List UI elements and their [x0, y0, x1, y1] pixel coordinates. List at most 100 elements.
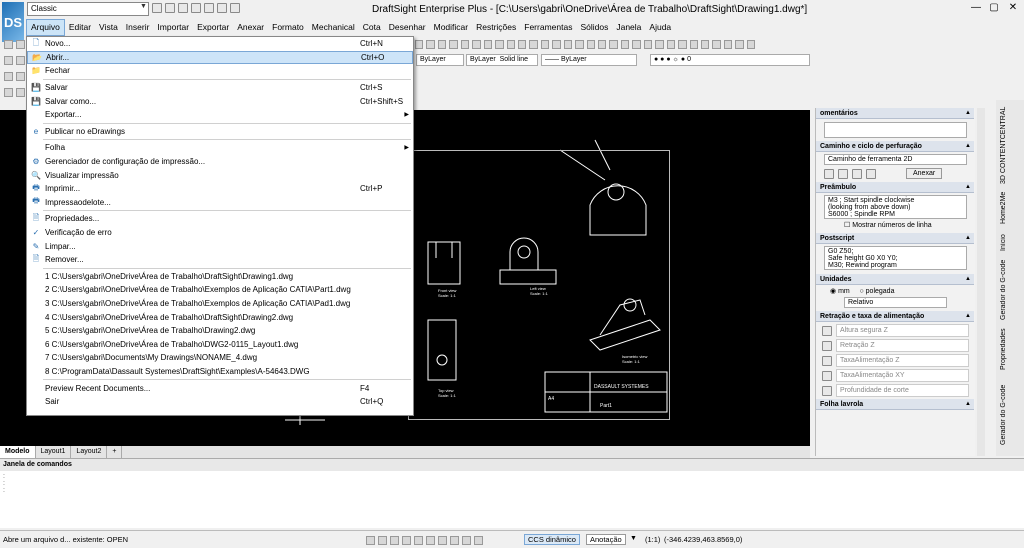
workspace-select[interactable]: Classic [27, 2, 149, 16]
tool-icon[interactable] [598, 40, 607, 49]
tool-icon[interactable] [506, 40, 515, 49]
snap-icon[interactable] [366, 536, 375, 545]
command-history[interactable]: ::: [0, 471, 1024, 527]
tool-icon[interactable] [655, 40, 664, 49]
add-layout-tab[interactable]: + [107, 446, 123, 458]
tab-layout1[interactable]: Layout1 [36, 446, 72, 458]
file-menu-item[interactable]: 📂 Abrir... Ctrl+O [27, 50, 413, 65]
file-menu-item[interactable]: e Publicar no eDrawings [27, 125, 413, 139]
linetype-select[interactable]: ByLayer Solid line [466, 54, 538, 66]
close-button[interactable]: ✕ [1005, 2, 1021, 16]
file-menu-item[interactable]: 🔍 Visualizar impressão [27, 168, 413, 182]
file-menu-item[interactable]: 💾 Salvar Ctrl+S [27, 81, 413, 95]
path-select[interactable]: Caminho de ferramenta 2D [824, 154, 967, 165]
chevron-down-icon[interactable]: ▼ [630, 535, 637, 542]
app-logo[interactable]: DS [2, 2, 24, 42]
file-menu-item[interactable]: 2 C:\Users\gabri\OneDrive\Área de Trabal… [27, 283, 413, 297]
tab-modelo[interactable]: Modelo [0, 446, 36, 458]
tool-icon[interactable] [529, 40, 538, 49]
tool-icon[interactable] [16, 56, 25, 65]
file-menu-item[interactable]: 4 C:\Users\gabri\OneDrive\Área de Trabal… [27, 310, 413, 324]
feed-field[interactable]: Profundidade de corte [836, 384, 969, 397]
file-menu-item[interactable]: Folha ▶ [27, 141, 413, 155]
feed-field[interactable]: Altura segura Z [836, 324, 969, 337]
side-tab[interactable]: Propriedades [1000, 328, 1020, 370]
layer-icon[interactable] [4, 56, 13, 65]
tool-icon[interactable] [517, 40, 527, 49]
relative-select[interactable]: Relativo [844, 297, 947, 308]
grid-icon[interactable] [378, 536, 387, 545]
info-icon[interactable] [866, 168, 876, 179]
tab-layout2[interactable]: Layout2 [71, 446, 108, 458]
menu-desenhar[interactable]: Desenhar [385, 20, 430, 35]
save-icon[interactable] [178, 3, 188, 13]
tool-icon[interactable] [723, 40, 733, 49]
tool-icon[interactable] [678, 40, 687, 49]
save-icon[interactable] [852, 168, 862, 179]
file-menu-item[interactable]: 6 C:\Users\gabri\OneDrive\Área de Trabal… [27, 337, 413, 351]
file-menu-item[interactable]: 1 C:\Users\gabri\OneDrive\Área de Trabal… [27, 270, 413, 284]
layer-select[interactable]: ● ● ● ☼ ● 0 [650, 54, 810, 66]
undo-icon[interactable] [217, 3, 227, 13]
tool-icon[interactable] [643, 40, 653, 49]
feed-field[interactable]: TaxaAlimentação Z [836, 354, 969, 367]
tool-icon[interactable] [735, 40, 744, 49]
show-lines-checkbox[interactable]: ☐ Mostrar números de linha [844, 221, 947, 229]
side-tab[interactable]: Gerador do G-code [1000, 260, 1020, 320]
tool-icon[interactable] [472, 40, 481, 49]
file-menu-item[interactable]: 7 C:\Users\gabri\Documents\My Drawings\N… [27, 351, 413, 365]
etrack-icon[interactable] [426, 536, 435, 545]
annotation-select[interactable]: Anotação [586, 534, 626, 545]
feed-header[interactable]: Retração e taxa de alimentação [816, 311, 974, 322]
tool-icon[interactable] [700, 40, 710, 49]
menu-anexar[interactable]: Anexar [233, 20, 268, 35]
menu-editar[interactable]: Editar [65, 20, 95, 35]
file-menu-item[interactable]: 8 C:\ProgramData\Dassault Systemes\Draft… [27, 365, 413, 379]
menu-exportar[interactable]: Exportar [193, 20, 233, 35]
preamble-field[interactable]: M3 ; Start spindle clockwise (looking fr… [824, 195, 967, 219]
tool-icon[interactable] [16, 88, 25, 97]
tool-icon[interactable] [746, 40, 756, 49]
minimize-button[interactable]: — [968, 2, 984, 16]
quick-input-icon[interactable] [462, 536, 471, 545]
tool-icon[interactable] [415, 40, 424, 49]
menu-mechanical[interactable]: Mechanical [308, 20, 359, 35]
menu-inserir[interactable]: Inserir [122, 20, 154, 35]
file-menu-item[interactable]: 3 C:\Users\gabri\OneDrive\Área de Trabal… [27, 297, 413, 311]
file-menu-item[interactable]: 🖶 Impressaodelote... [27, 196, 413, 210]
tool-icon[interactable] [483, 40, 493, 49]
model-icon[interactable] [450, 536, 459, 545]
menu-ferramentas[interactable]: Ferramentas [520, 20, 576, 35]
ucs-icon[interactable] [474, 536, 483, 545]
tool-icon[interactable] [666, 40, 676, 49]
panel-scrollbar[interactable] [977, 108, 985, 456]
feed-field[interactable]: Retração Z [836, 339, 969, 352]
tool-icon[interactable] [4, 72, 13, 81]
file-menu-item[interactable]: ✎ Limpar... [27, 239, 413, 253]
side-tab[interactable]: Gerador do G-code [1000, 375, 1020, 455]
tool-icon[interactable] [460, 40, 470, 49]
inch-radio[interactable]: ○ polegada [859, 288, 894, 295]
lineweight-icon[interactable] [438, 536, 447, 545]
new-icon[interactable] [152, 3, 162, 13]
file-menu-item[interactable]: Exportar... ▶ [27, 108, 413, 122]
file-menu-item[interactable]: 5 C:\Users\gabri\OneDrive\Área de Trabal… [27, 324, 413, 338]
tool-icon[interactable] [632, 40, 641, 49]
file-menu-item[interactable]: Sair Ctrl+Q [27, 395, 413, 409]
attach-button[interactable]: Anexar [906, 168, 943, 179]
tool-icon[interactable] [495, 40, 504, 49]
tool-icon[interactable] [586, 40, 595, 49]
tool-icon[interactable] [712, 40, 721, 49]
tool-icon[interactable] [563, 40, 573, 49]
tool-icon[interactable] [426, 40, 435, 49]
mm-radio[interactable]: ◉ mm [830, 288, 850, 295]
side-tab[interactable]: 3D CONTENTCENTRAL [1000, 105, 1020, 185]
menu-janela[interactable]: Janela [612, 20, 645, 35]
side-tab[interactable]: Home2Me [1000, 190, 1020, 226]
path-header[interactable]: Caminho e ciclo de perfuração [816, 141, 974, 152]
file-menu-item[interactable]: 💾 Salvar como... Ctrl+Shift+S [27, 94, 413, 108]
tool-icon[interactable] [4, 40, 13, 49]
menu-vista[interactable]: Vista [95, 20, 122, 35]
side-tab[interactable]: Início [1000, 230, 1020, 255]
tool-icon[interactable] [689, 40, 698, 49]
